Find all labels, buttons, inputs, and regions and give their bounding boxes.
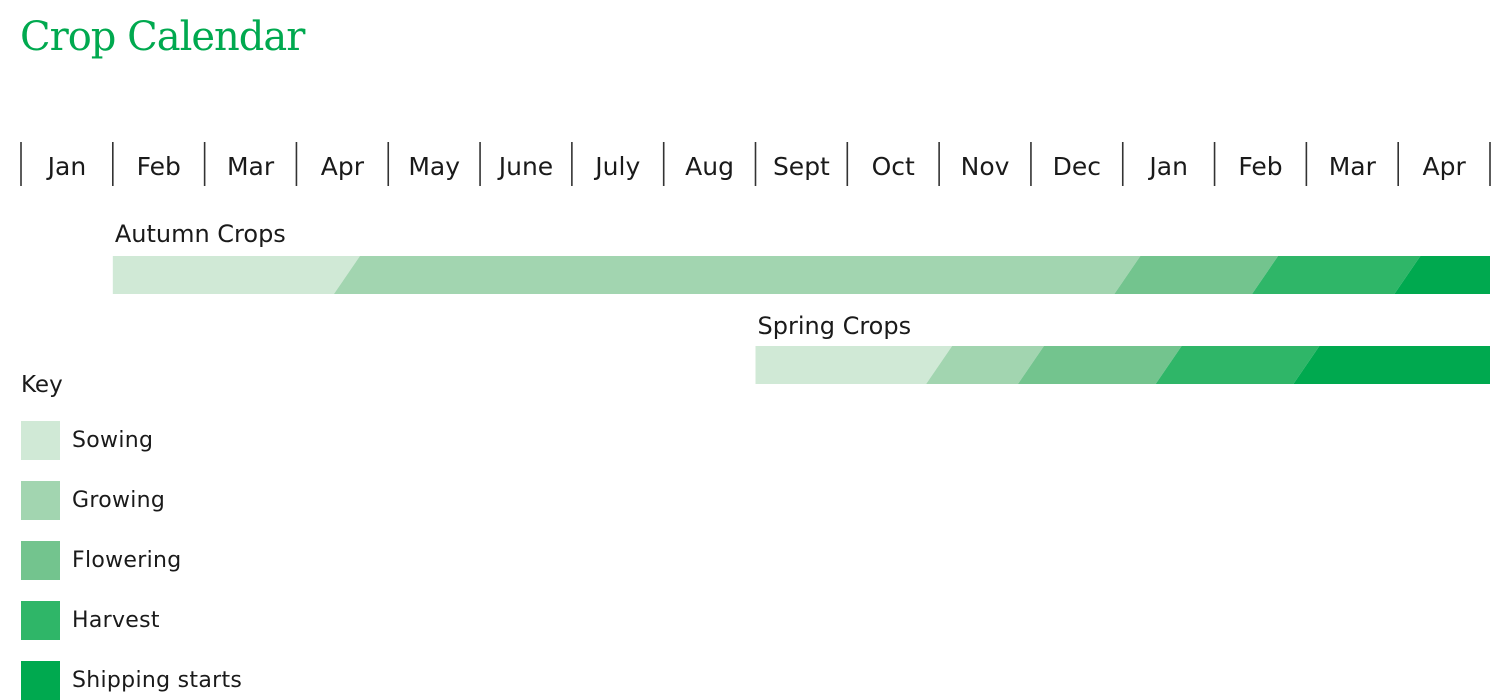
- key-title: Key: [21, 372, 63, 398]
- key-label: Sowing: [72, 427, 154, 453]
- key-label: Harvest: [72, 607, 160, 633]
- bar-segment-harvest: [1155, 346, 1320, 384]
- swatch-sowing: [21, 420, 60, 460]
- month-label: May: [408, 152, 460, 181]
- month-label: Mar: [227, 152, 275, 181]
- month-label: Aug: [685, 152, 734, 181]
- month-label: June: [497, 152, 553, 181]
- key-label: Growing: [72, 487, 166, 513]
- key-item-flowering: Flowering: [21, 540, 182, 580]
- month-label: Jan: [46, 152, 87, 181]
- bar-segment-harvest: [1252, 256, 1421, 294]
- bar-segment-flowering: [1017, 346, 1182, 384]
- series-label: Spring Crops: [758, 312, 912, 340]
- bar-segment-sowing: [112, 256, 360, 294]
- month-label: Nov: [961, 152, 1010, 181]
- key-item-harvest: Harvest: [21, 600, 160, 640]
- key-item-sowing: Sowing: [21, 420, 153, 460]
- key-label: Flowering: [72, 547, 182, 573]
- month-label: Sept: [773, 152, 830, 181]
- month-label: July: [593, 152, 640, 181]
- bar-segment-growing: [333, 256, 1141, 294]
- bar-segment-flowering: [1114, 256, 1279, 294]
- month-label: Feb: [137, 152, 181, 181]
- month-label: Apr: [321, 152, 365, 181]
- series-label: Autumn Crops: [115, 220, 286, 248]
- swatch-growing: [21, 480, 60, 520]
- bar-segment-shipping-starts: [1293, 346, 1490, 384]
- key-label: Shipping starts: [72, 667, 243, 693]
- key-item-shipping-starts: Shipping starts: [21, 660, 242, 700]
- swatch-flowering: [21, 540, 60, 580]
- month-label: Apr: [1422, 152, 1466, 181]
- crop-calendar-chart: Jan Feb Mar Apr May June July Aug Sept Oct Nov Dec J…: [20, 142, 1491, 384]
- month-label: Jan: [1147, 152, 1188, 181]
- bar-segment-sowing: [755, 346, 953, 384]
- swatch-harvest: [21, 600, 60, 640]
- key-item-growing: Growing: [21, 480, 165, 520]
- month-label: Feb: [1238, 152, 1282, 181]
- month-label: Oct: [872, 152, 915, 181]
- month-label: Dec: [1053, 152, 1101, 181]
- swatch-shipping-starts: [21, 660, 60, 700]
- month-label: Mar: [1329, 152, 1377, 181]
